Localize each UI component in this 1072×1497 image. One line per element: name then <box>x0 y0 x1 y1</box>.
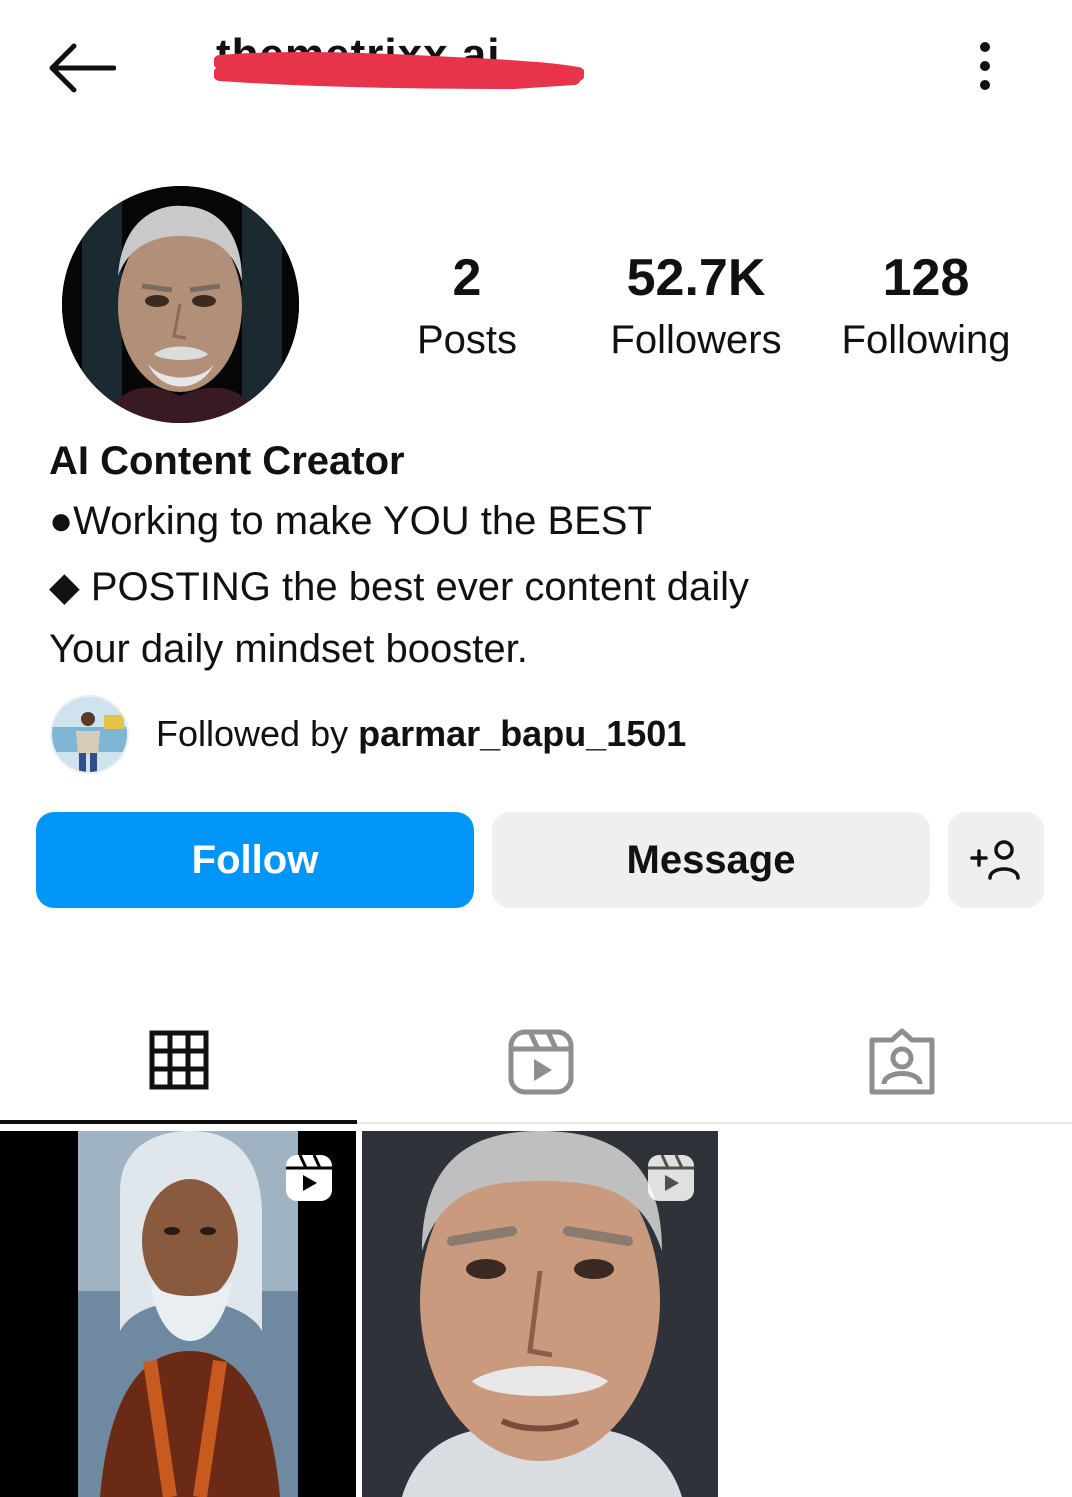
profile-name: AI Content Creator <box>49 439 405 483</box>
post-thumbnail[interactable] <box>362 1131 718 1497</box>
tab-tagged[interactable] <box>723 1000 1072 1124</box>
posts-count: 2 <box>452 249 482 307</box>
suggested-users-button[interactable] <box>948 812 1044 908</box>
followed-by-username[interactable]: parmar_bapu_1501 <box>358 713 686 754</box>
grid-icon <box>149 1030 208 1090</box>
add-user-icon <box>970 840 1020 880</box>
following-stat[interactable]: 128 Following <box>816 248 1036 368</box>
followers-label: Followers <box>610 318 782 362</box>
following-label: Following <box>841 318 1011 362</box>
top-bar: themetrixx.ai <box>0 0 1072 130</box>
reels-icon <box>508 1029 573 1095</box>
bio-line: ◆ POSTING the best ever content daily <box>49 565 749 609</box>
followed-by-prefix: Followed by <box>156 713 359 754</box>
message-button[interactable]: Message <box>492 812 930 908</box>
reel-badge-icon <box>648 1154 694 1201</box>
followers-stat[interactable]: 52.7K Followers <box>586 248 806 368</box>
followed-by-row[interactable]: Followed by parmar_bapu_1501 <box>50 694 686 774</box>
tagged-icon <box>869 1028 934 1095</box>
more-dot-icon <box>980 42 990 52</box>
tab-reels[interactable] <box>362 1000 719 1124</box>
posts-stat[interactable]: 2 Posts <box>357 248 577 368</box>
following-count: 128 <box>882 249 970 307</box>
profile-tabs <box>0 1000 1072 1124</box>
follow-button[interactable]: Follow <box>36 812 474 908</box>
back-button[interactable] <box>44 38 124 98</box>
profile-avatar[interactable] <box>62 186 299 423</box>
bio-line: Your daily mindset booster. <box>49 627 528 671</box>
redaction-scribble <box>214 51 584 89</box>
profile-bio: AI Content Creator ●Working to make YOU … <box>49 436 1029 680</box>
followers-count: 52.7K <box>626 249 766 307</box>
reel-badge-icon <box>286 1154 332 1201</box>
more-options-button[interactable] <box>968 36 1002 96</box>
more-dot-icon <box>980 61 990 71</box>
tab-grid[interactable] <box>0 1000 357 1124</box>
posts-label: Posts <box>416 318 518 362</box>
post-thumbnail[interactable] <box>0 1131 356 1497</box>
followed-by-text: Followed by parmar_bapu_1501 <box>156 713 686 755</box>
bio-line: ●Working to make YOU the BEST <box>49 499 652 543</box>
back-arrow-icon <box>49 43 116 93</box>
follower-avatar <box>50 694 129 774</box>
more-dot-icon <box>980 80 990 90</box>
